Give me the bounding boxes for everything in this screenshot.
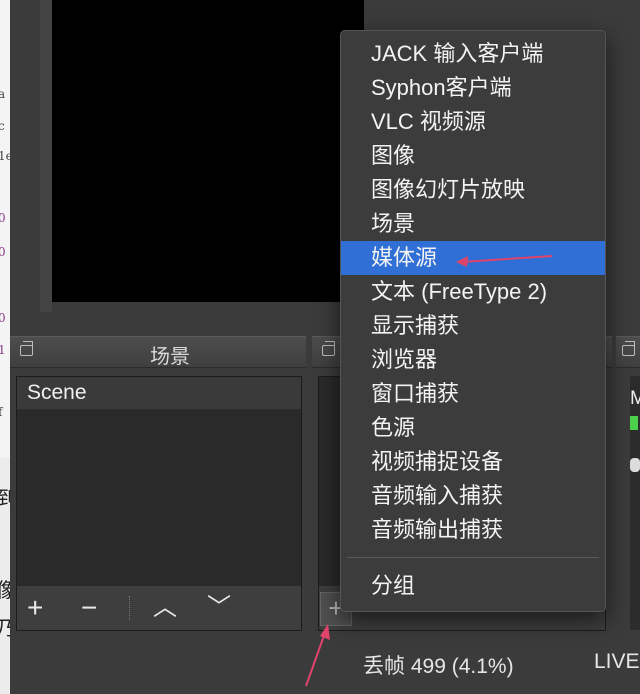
arrow-to-media-source	[456, 255, 553, 267]
arrow-to-add-button	[305, 624, 330, 687]
annotation-arrows	[305, 255, 553, 687]
